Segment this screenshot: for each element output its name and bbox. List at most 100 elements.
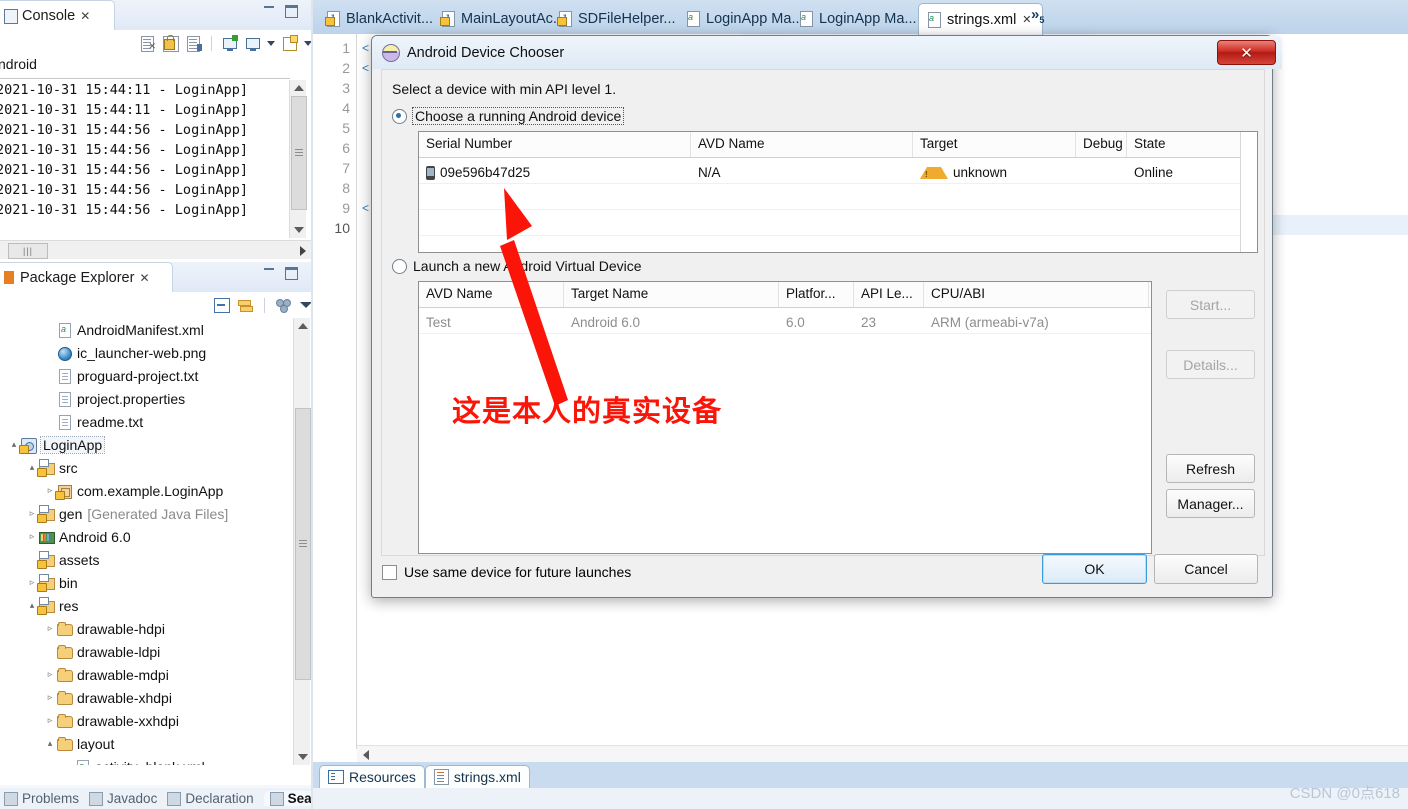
tree-item[interactable]: ▴ res [0, 594, 292, 617]
scroll-up-icon[interactable] [294, 85, 304, 91]
column-header[interactable]: State [1127, 132, 1241, 157]
running-devices-table[interactable]: Serial Number AVD Name Target Debug State 09… [418, 131, 1258, 262]
tree-item[interactable]: activity_blank.xml [0, 755, 292, 765]
column-header[interactable]: Target [913, 132, 1076, 157]
scroll-left-icon[interactable] [363, 750, 369, 760]
console-horizontal-scrollbar[interactable]: ||| [0, 240, 312, 259]
table-vertical-scrollbar[interactable] [1240, 132, 1257, 252]
scroll-down-icon[interactable] [294, 227, 304, 233]
tree-item[interactable]: AndroidManifest.xml [0, 318, 292, 341]
scrollbar-thumb[interactable]: ||| [8, 243, 48, 259]
tree-item[interactable]: ▴ LoginApp [0, 433, 292, 456]
pin-console-icon[interactable] [221, 34, 238, 52]
column-header[interactable]: Serial Number [419, 132, 691, 157]
collapse-all-icon[interactable] [214, 297, 230, 313]
tree-item[interactable]: ▴ src [0, 456, 292, 479]
table-body[interactable]: 09e596b47d25 N/A unknown Online [419, 158, 1257, 262]
show-console-when-output-icon[interactable] [185, 35, 202, 52]
link-with-editor-icon[interactable] [238, 299, 253, 312]
tree-item[interactable]: ▴ layout [0, 732, 292, 755]
tree-item[interactable]: drawable-ldpi [0, 640, 292, 663]
tree-item[interactable]: ▹ drawable-xhdpi [0, 686, 292, 709]
table-row[interactable]: 09e596b47d25 N/A unknown Online [419, 158, 1257, 184]
use-same-device-checkbox[interactable]: Use same device for future launches [382, 564, 631, 580]
package-explorer-tree[interactable]: AndroidManifest.xml ic_launcher-web.pngpr… [0, 318, 292, 765]
table-body[interactable]: Test Android 6.0 6.0 23 ARM (armeabi-v7a) [419, 308, 1151, 334]
radio-choose-running-device[interactable]: Choose a running Android device [392, 107, 625, 125]
clear-console-icon[interactable]: ✕ [139, 35, 156, 52]
scroll-up-icon[interactable] [298, 323, 308, 329]
editor-horizontal-scrollbar[interactable] [357, 745, 1408, 763]
tab-package-explorer[interactable]: Package Explorer ✕ [0, 262, 173, 293]
tree-twisty-icon[interactable]: ▹ [44, 715, 56, 726]
close-icon[interactable]: ✕ [139, 271, 149, 285]
dialog-title-bar[interactable]: Android Device Chooser ✕ [372, 36, 1282, 69]
scroll-down-icon[interactable] [298, 754, 308, 760]
scroll-right-icon[interactable] [300, 246, 306, 256]
refresh-button[interactable]: Refresh [1166, 454, 1255, 483]
console-vertical-scrollbar[interactable] [289, 80, 307, 238]
radio-button-icon[interactable] [392, 108, 407, 124]
cancel-button[interactable]: Cancel [1154, 554, 1258, 584]
scroll-lock-icon[interactable] [162, 34, 179, 52]
editor-tab-2[interactable]: JMainLayoutAc... [433, 3, 565, 34]
editor-tab-3[interactable]: J SDFileHelper... [550, 3, 692, 34]
column-header[interactable]: AVD Name [419, 282, 564, 307]
editor-tab-5[interactable]: a LoginApp Ma... [791, 3, 933, 34]
manager-button[interactable]: Manager... [1166, 489, 1255, 518]
tree-item[interactable]: ▹ Android 6.0 [0, 525, 292, 548]
tree-item[interactable]: ▹ drawable-xxhdpi [0, 709, 292, 732]
bottom-tab-declaration[interactable]: Declaration [167, 791, 254, 806]
bottom-tab-javadoc[interactable]: Javadoc [89, 791, 157, 806]
tree-twisty-icon[interactable]: ▹ [44, 669, 56, 680]
tree-twisty-icon[interactable]: ▹ [44, 692, 56, 703]
editor-tab-4[interactable]: a LoginApp Ma... [678, 3, 805, 34]
editor-bottom-tab-resources[interactable]: Resources [319, 765, 425, 788]
minimize-icon[interactable] [264, 268, 274, 270]
tree-item[interactable]: ▹ drawable-mdpi [0, 663, 292, 686]
scrollbar-thumb[interactable] [295, 408, 311, 680]
more-tabs-indicator[interactable]: »5 [1031, 6, 1044, 25]
tree-item[interactable]: readme.txt [0, 410, 292, 433]
editor-current-line-highlight-right [1266, 215, 1408, 235]
maximize-icon[interactable] [285, 267, 298, 280]
table-row[interactable]: Test Android 6.0 6.0 23 ARM (armeabi-v7a) [419, 308, 1151, 334]
tree-item[interactable]: ▹ drawable-hdpi [0, 617, 292, 640]
maximize-icon[interactable] [285, 5, 298, 18]
package-explorer-vertical-scrollbar[interactable] [293, 318, 311, 765]
editor-tab-1[interactable]: J BlankActivit... [318, 3, 447, 34]
display-selected-console-dropdown-icon[interactable] [267, 40, 275, 46]
bottom-tab-problems[interactable]: Problems [4, 791, 79, 806]
tree-item[interactable]: assets [0, 548, 292, 571]
bottom-tab-search[interactable]: Search✕ [263, 791, 316, 806]
tree-item[interactable]: ▹ com.example.LoginApp [0, 479, 292, 502]
close-button[interactable]: ✕ [1217, 40, 1276, 65]
editor-tab-6[interactable]: a strings.xml ✕ [918, 3, 1043, 35]
tree-item[interactable]: ▹ gen [Generated Java Files] [0, 502, 292, 525]
tree-item[interactable]: ic_launcher-web.png [0, 341, 292, 364]
tree-item[interactable]: ▹ bin [0, 571, 292, 594]
radio-button-icon[interactable] [392, 258, 407, 274]
tree-twisty-icon[interactable]: ▹ [26, 531, 38, 542]
tree-twisty-icon[interactable]: ▹ [44, 623, 56, 634]
checkbox-icon[interactable] [382, 564, 397, 580]
column-header[interactable]: AVD Name [691, 132, 913, 157]
open-console-icon[interactable] [281, 34, 298, 52]
column-header[interactable]: Platfor... [779, 282, 854, 307]
close-icon[interactable]: ✕ [80, 9, 90, 23]
column-header[interactable]: Target Name [564, 282, 779, 307]
ok-button[interactable]: OK [1042, 554, 1147, 584]
minimize-icon[interactable] [264, 6, 274, 8]
tree-twisty-icon[interactable]: ▴ [44, 738, 56, 749]
view-menu-icon[interactable] [276, 298, 292, 313]
scrollbar-thumb[interactable] [291, 96, 307, 210]
tree-item[interactable]: proguard-project.txt [0, 364, 292, 387]
editor-bottom-tab-strings-xml[interactable]: strings.xml [424, 765, 530, 788]
tab-console[interactable]: Console ✕ [0, 0, 115, 31]
display-selected-console-icon[interactable] [244, 35, 261, 52]
radio-launch-new-avd[interactable]: Launch a new Android Virtual Device [392, 258, 642, 274]
tree-item[interactable]: project.properties [0, 387, 292, 410]
column-header[interactable]: API Le... [854, 282, 924, 307]
column-header[interactable]: CPU/ABI [924, 282, 1149, 307]
column-header[interactable]: Debug [1076, 132, 1127, 157]
